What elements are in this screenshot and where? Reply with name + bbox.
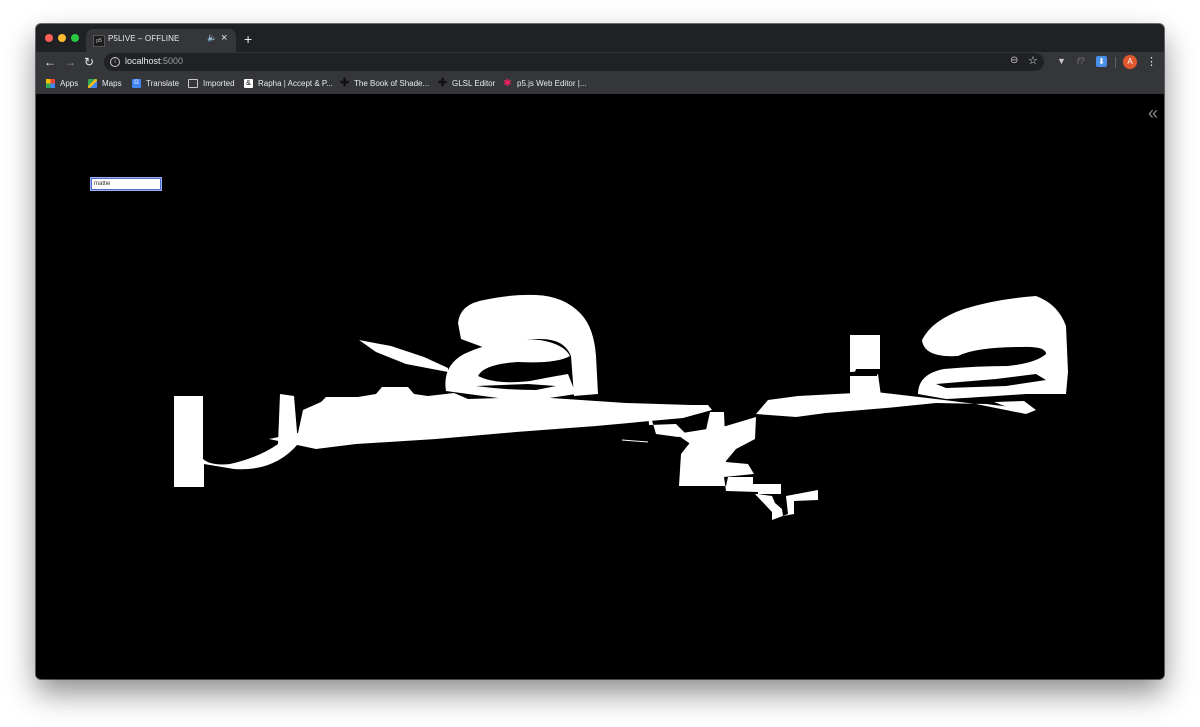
kebab-menu-icon[interactable]: ⋮: [1146, 55, 1157, 69]
folder-icon: [188, 78, 198, 88]
browser-window: p5 P5LIVE – OFFLINE 🔈 × + ← → ↻ i localh…: [36, 24, 1164, 679]
glitch-shape: [850, 335, 881, 396]
reload-button[interactable]: ↻: [84, 54, 94, 70]
minimize-window-icon[interactable]: [58, 34, 66, 42]
maximize-window-icon[interactable]: [71, 34, 79, 42]
apps-icon: [46, 78, 55, 88]
bookmarks-bar: Apps Maps G Translate Imported & Rapha |…: [36, 72, 1164, 94]
url-text[interactable]: localhost:5000: [125, 56, 183, 66]
bookmark-label: Translate: [146, 78, 180, 88]
translate-icon: G: [132, 78, 141, 88]
function-extension-icon[interactable]: f?: [1077, 56, 1085, 66]
tab-title: P5LIVE – OFFLINE: [108, 34, 180, 43]
bookmark-label: Rapha | Accept & P...: [258, 78, 333, 88]
p5-star-icon: ✱: [503, 77, 512, 89]
browser-toolbar: ← → ↻ i localhost:5000 ⊖ ☆ ▼ f? ⬇ A ⋮: [36, 52, 1164, 72]
tab-close-icon[interactable]: ×: [221, 32, 227, 44]
back-button[interactable]: ←: [44, 54, 56, 70]
cross-icon: ✚: [438, 76, 448, 89]
glitch-shapes: [174, 294, 1068, 520]
sketch-canvas[interactable]: «: [36, 94, 1164, 679]
bookmark-star-icon[interactable]: ☆: [1028, 54, 1038, 67]
forward-button[interactable]: →: [64, 54, 76, 70]
bookmark-rapha[interactable]: & Rapha | Accept & P...: [244, 77, 333, 89]
zoom-icon[interactable]: ⊖: [1010, 55, 1018, 66]
profile-avatar[interactable]: A: [1123, 55, 1137, 69]
vue-devtools-extension-icon[interactable]: ▼: [1057, 56, 1066, 66]
p5live-favicon-icon: p5: [93, 35, 105, 47]
download-extension-icon[interactable]: ⬇: [1096, 56, 1107, 67]
tab-p5live[interactable]: p5 P5LIVE – OFFLINE 🔈 ×: [86, 29, 236, 52]
bookmark-apps[interactable]: Apps: [46, 77, 78, 89]
bookmark-glsl-editor[interactable]: ✚ GLSL Editor: [438, 77, 495, 89]
bookmark-folder-imported[interactable]: Imported: [188, 77, 235, 89]
rapha-icon: &: [244, 78, 253, 88]
bookmark-label: GLSL Editor: [452, 78, 496, 88]
bookmark-maps[interactable]: Maps: [88, 77, 122, 89]
address-bar[interactable]: i localhost:5000 ⊖ ☆: [104, 53, 1044, 71]
new-tab-button[interactable]: +: [244, 32, 252, 46]
url-port: :5000: [160, 56, 184, 66]
bookmark-label: Maps: [102, 78, 122, 88]
bookmark-book-of-shaders[interactable]: ✚ The Book of Shade...: [340, 77, 429, 89]
bookmark-translate[interactable]: G Translate: [132, 77, 179, 89]
speaker-icon[interactable]: 🔈: [207, 33, 217, 42]
maps-icon: [88, 78, 97, 88]
bookmark-label: The Book of Shade...: [354, 78, 430, 88]
glitch-line: [621, 439, 649, 443]
collapse-panel-icon[interactable]: «: [1148, 104, 1158, 122]
cross-icon: ✚: [340, 76, 350, 89]
bookmark-label: Imported: [203, 78, 235, 88]
site-info-icon[interactable]: i: [110, 57, 120, 67]
sketch-name-input[interactable]: [90, 177, 162, 191]
glitch-shape: [359, 340, 448, 372]
bookmark-p5js-editor[interactable]: ✱ p5.js Web Editor |...: [503, 77, 587, 89]
tab-strip: p5 P5LIVE – OFFLINE 🔈 × +: [36, 24, 1164, 52]
url-host: localhost: [125, 56, 161, 66]
close-window-icon[interactable]: [45, 34, 53, 42]
glitch-text-artwork: [174, 294, 1068, 520]
bookmark-label: p5.js Web Editor |...: [517, 78, 587, 88]
bookmark-label: Apps: [60, 78, 79, 88]
toolbar-separator: [1115, 57, 1116, 68]
glitch-shape: [445, 339, 576, 400]
